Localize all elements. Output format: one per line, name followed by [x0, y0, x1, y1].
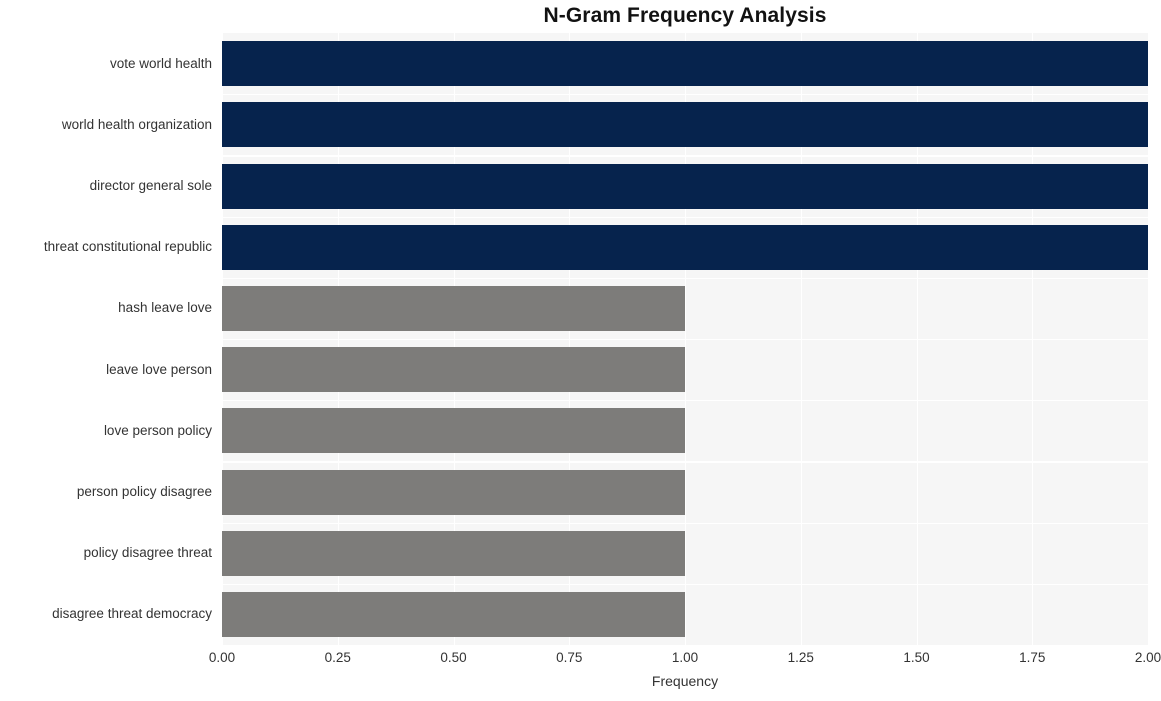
chart-title: N-Gram Frequency Analysis: [543, 4, 827, 27]
gridline-horizontal: [222, 277, 1148, 279]
bar: [222, 102, 1148, 148]
bar: [222, 530, 685, 576]
y-tick-label: love person policy: [103, 422, 212, 438]
x-tick-label: 2.00: [1134, 650, 1161, 665]
y-tick-label: vote world health: [109, 55, 212, 71]
chart-figure: N-Gram Frequency Analysis vote world hea…: [0, 0, 1161, 701]
y-axis-tick-labels: vote world health world health organizati…: [0, 33, 212, 645]
bar: [222, 469, 685, 515]
gridline-horizontal: [222, 461, 1148, 463]
x-axis-tick-labels: 0.00 0.25 0.50 0.75 1.00 1.25 1.50 1.75 2.00: [209, 650, 1161, 670]
x-tick-label: 0.50: [440, 650, 467, 665]
x-axis-label: Frequency: [651, 673, 719, 689]
x-tick-label: 1.75: [1019, 650, 1046, 665]
bar: [222, 41, 1148, 87]
bar: [222, 224, 1148, 270]
plot-area: [222, 33, 1148, 645]
gridline-horizontal: [222, 400, 1148, 402]
x-tick-label: 1.25: [787, 650, 814, 665]
y-tick-label: policy disagree threat: [83, 545, 212, 561]
y-tick-label: leave love person: [106, 361, 212, 377]
bar: [222, 408, 685, 454]
y-tick-label: hash leave love: [118, 300, 212, 316]
y-tick-label: person policy disagree: [76, 484, 212, 499]
gridline-horizontal: [222, 522, 1148, 524]
bar: [222, 285, 685, 331]
x-tick-label: 0.00: [208, 650, 236, 665]
y-tick-label: disagree threat democracy: [52, 606, 212, 622]
gridline-horizontal: [222, 216, 1148, 218]
bar: [222, 591, 685, 637]
y-tick-label: threat constitutional republic: [43, 239, 212, 255]
x-tick-label: 0.75: [556, 650, 583, 665]
x-tick-label: 1.00: [671, 650, 699, 665]
x-tick-label: 1.50: [903, 650, 930, 665]
bar: [222, 347, 685, 393]
gridline-horizontal: [222, 94, 1148, 96]
bar: [222, 163, 1148, 209]
x-tick-label: 0.25: [324, 650, 351, 665]
y-tick-label: director general sole: [89, 178, 212, 193]
gridline-horizontal: [222, 155, 1148, 157]
gridline-horizontal: [222, 339, 1148, 341]
gridline-horizontal: [222, 583, 1148, 585]
y-tick-label: world health organization: [61, 116, 212, 132]
